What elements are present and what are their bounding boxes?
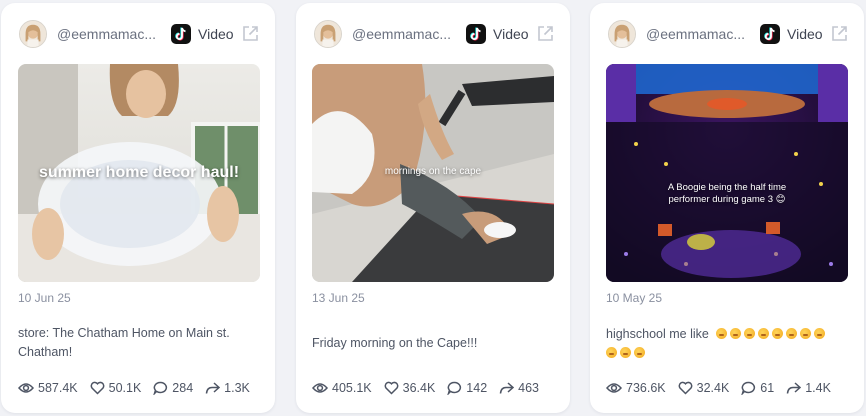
heart-icon: [678, 381, 693, 395]
account-handle[interactable]: @eemmamac...: [352, 26, 456, 42]
post-description: highschool me like: [606, 325, 846, 363]
face-emoji: [786, 328, 798, 339]
post-description-text: highschool me like: [606, 327, 709, 341]
platform-label: Video: [493, 26, 529, 42]
avatar[interactable]: [314, 20, 342, 48]
video-caption: mornings on the cape: [384, 166, 482, 177]
eye-icon: [312, 383, 328, 393]
post-date: 10 Jun 25: [18, 291, 71, 305]
comments-count: 61: [760, 381, 775, 395]
face-emoji: [716, 328, 728, 339]
likes-count: 32.4K: [696, 381, 730, 395]
comments-stat: 284: [153, 381, 193, 395]
eye-icon: [18, 383, 34, 393]
stats-row: 736.6K 32.4K 61 1.4K: [606, 379, 856, 397]
views-stat: 405.1K: [312, 381, 372, 395]
face-emoji: [634, 347, 645, 358]
comment-icon: [153, 381, 168, 395]
avatar[interactable]: [608, 20, 636, 48]
likes-stat: 50.1K: [90, 381, 142, 395]
heart-icon: [90, 381, 105, 395]
heart-icon: [384, 381, 399, 395]
video-thumbnail[interactable]: mornings on the cape: [312, 64, 554, 282]
face-emoji: [814, 328, 826, 339]
share-icon: [786, 382, 802, 394]
post-card-3[interactable]: @eemmamac... Video A Boogie being the ha…: [590, 3, 864, 413]
post-description: Friday morning on the Cape!!!: [312, 336, 478, 350]
shares-count: 463: [518, 381, 540, 395]
stats-row: 405.1K 36.4K 142 463: [312, 379, 562, 397]
post-card-2[interactable]: @eemmamac... Video mornings on the cape …: [296, 3, 570, 413]
avatar[interactable]: [19, 20, 47, 48]
comment-icon: [447, 381, 462, 395]
face-emoji: [758, 328, 770, 339]
face-emoji: [744, 328, 756, 339]
post-card-1[interactable]: @eemmamac... Video summer home decor hau…: [1, 3, 275, 413]
external-link-icon[interactable]: [241, 24, 260, 43]
shares-count: 1.4K: [805, 381, 831, 395]
shares-stat: 463: [499, 381, 539, 395]
account-handle[interactable]: @eemmamac...: [57, 26, 161, 42]
external-link-icon[interactable]: [536, 24, 555, 43]
comment-icon: [741, 381, 756, 395]
platform-label: Video: [198, 26, 234, 42]
shares-stat: 1.4K: [786, 381, 831, 395]
views-count: 405.1K: [332, 381, 372, 395]
video-thumbnail[interactable]: summer home decor haul!: [18, 64, 260, 282]
video-thumbnail[interactable]: A Boogie being the half time performer d…: [606, 64, 848, 282]
comments-count: 284: [172, 381, 194, 395]
views-stat: 587.4K: [18, 381, 78, 395]
card-header: @eemmamac... Video: [296, 17, 570, 51]
post-description: store: The Chatham Home on Main st. Chat…: [18, 326, 230, 359]
face-emoji: [730, 328, 742, 339]
views-count: 736.6K: [626, 381, 666, 395]
share-icon: [499, 382, 515, 394]
video-caption: summer home decor haul!: [38, 164, 240, 181]
stats-row: 587.4K 50.1K 284 1.3K: [18, 379, 268, 397]
views-count: 587.4K: [38, 381, 78, 395]
video-caption: A Boogie being the half time performer d…: [667, 182, 787, 205]
post-date: 13 Jun 25: [312, 291, 365, 305]
views-stat: 736.6K: [606, 381, 666, 395]
face-emoji: [620, 347, 631, 358]
comments-stat: 61: [741, 381, 774, 395]
card-header: @eemmamac... Video: [590, 17, 864, 51]
card-header: @eemmamac... Video: [1, 17, 275, 51]
tiktok-icon: [760, 24, 780, 44]
eye-icon: [606, 383, 622, 393]
likes-count: 36.4K: [402, 381, 436, 395]
external-link-icon[interactable]: [830, 24, 849, 43]
shares-count: 1.3K: [224, 381, 250, 395]
shares-stat: 1.3K: [205, 381, 250, 395]
comments-count: 142: [466, 381, 488, 395]
likes-stat: 32.4K: [678, 381, 730, 395]
platform-label: Video: [787, 26, 823, 42]
likes-stat: 36.4K: [384, 381, 436, 395]
likes-count: 50.1K: [108, 381, 142, 395]
comments-stat: 142: [447, 381, 487, 395]
post-date: 10 May 25: [606, 291, 663, 305]
face-emoji: [772, 328, 784, 339]
share-icon: [205, 382, 221, 394]
account-handle[interactable]: @eemmamac...: [646, 26, 750, 42]
face-emoji: [606, 347, 617, 358]
tiktok-icon: [466, 24, 486, 44]
face-emoji: [800, 328, 812, 339]
tiktok-icon: [171, 24, 191, 44]
